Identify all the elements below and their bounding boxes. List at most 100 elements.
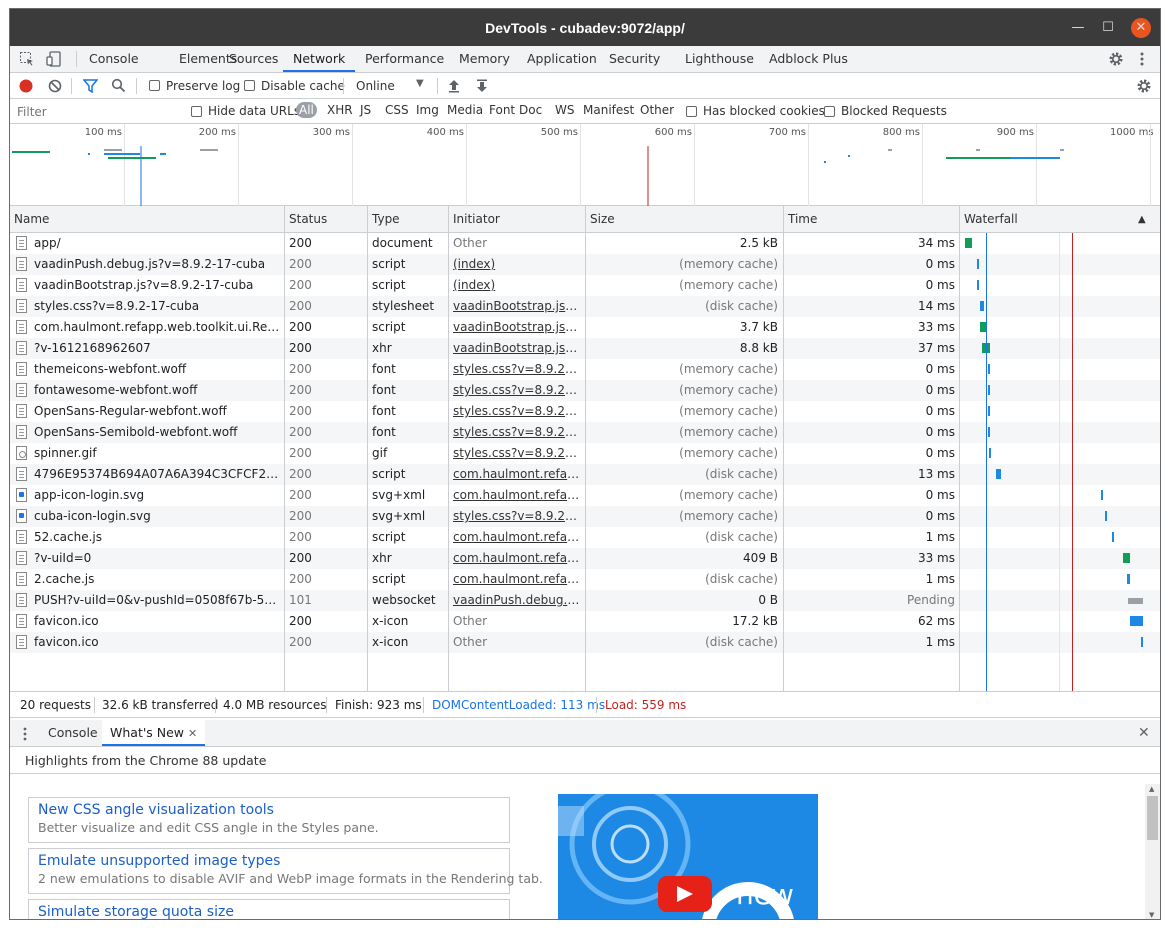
request-initiator[interactable]: styles.css?v=8.9.2-17-... [453,506,581,527]
tab-memory[interactable]: Memory [449,46,520,72]
play-button-icon[interactable] [658,876,712,912]
scrollbar-thumb[interactable] [1147,796,1158,840]
whats-new-card[interactable]: New CSS angle visualization tools Better … [28,797,510,843]
request-name[interactable]: 4796E95374B694A07A6A394C3CFCF217.c... [34,464,280,485]
column-divider[interactable] [284,206,285,691]
request-initiator[interactable]: styles.css?v=8.9.2-17-... [453,359,581,380]
column-header-type[interactable]: Type [368,206,400,233]
request-initiator[interactable]: styles.css?v=8.9.2-17-... [453,443,581,464]
request-initiator[interactable]: com.haulmont.refapp.... [453,548,581,569]
maximize-icon[interactable]: ☐ [1098,18,1118,38]
request-name[interactable]: styles.css?v=8.9.2-17-cuba [34,296,280,317]
search-icon[interactable] [111,78,126,93]
request-name[interactable]: PUSH?v-uiId=0&v-pushId=0508f67b-521c-40.… [34,590,280,611]
clear-icon[interactable] [48,79,62,93]
request-initiator[interactable]: (index) [453,275,581,296]
request-initiator[interactable]: styles.css?v=8.9.2-17-... [453,380,581,401]
request-initiator[interactable]: vaadinBootstrap.js?v=... [453,338,581,359]
inspect-element-icon[interactable] [19,51,35,67]
column-header-status[interactable]: Status [285,206,327,233]
filter-funnel-icon[interactable] [83,79,98,93]
type-filter-css[interactable]: CSS [385,103,409,117]
type-filter-img[interactable]: Img [416,103,439,117]
column-header-size[interactable]: Size [586,206,615,233]
export-har-icon[interactable] [476,79,488,93]
column-divider[interactable] [585,206,586,691]
request-name[interactable]: favicon.ico [34,611,280,632]
tab-sources[interactable]: Sources [219,46,288,72]
filter-input[interactable] [13,102,177,121]
settings-gear-icon[interactable] [1108,51,1124,67]
card-title[interactable]: Emulate unsupported image types [38,852,500,870]
preserve-log-checkbox[interactable] [149,80,160,91]
request-name[interactable]: app/ [34,233,280,254]
request-name[interactable]: fontawesome-webfont.woff [34,380,280,401]
request-name[interactable]: com.haulmont.refapp.web.toolkit.ui.RefAp… [34,317,280,338]
drawer-menu-icon[interactable] [22,726,28,742]
request-name[interactable]: OpenSans-Semibold-webfont.woff [34,422,280,443]
request-initiator[interactable]: styles.css?v=8.9.2-17-... [453,401,581,422]
close-tab-icon[interactable]: ✕ [188,727,197,740]
request-initiator[interactable]: com.haulmont.refapp.... [453,527,581,548]
drawer-tab-console[interactable]: Console [48,720,98,746]
request-initiator[interactable]: vaadinBootstrap.js?v=... [453,296,581,317]
column-header-waterfall[interactable]: Waterfall [960,206,1018,233]
close-window-icon[interactable]: ✕ [1131,18,1151,38]
request-initiator[interactable]: vaadinBootstrap.js?v=... [453,317,581,338]
column-divider[interactable] [783,206,784,691]
more-options-icon[interactable] [1138,51,1146,67]
sort-ascending-icon[interactable]: ▲ [1134,206,1146,233]
request-name[interactable]: app-icon-login.svg [34,485,280,506]
column-header-time[interactable]: Time [784,206,817,233]
request-name[interactable]: vaadinPush.debug.js?v=8.9.2-17-cuba [34,254,280,275]
column-header-name[interactable]: Name [10,206,49,233]
type-filter-xhr[interactable]: XHR [327,103,353,117]
column-header-initiator[interactable]: Initiator [449,206,500,233]
tab-lighthouse[interactable]: Lighthouse [675,46,764,72]
chevron-down-icon[interactable]: ▼ [416,78,424,89]
whats-new-card[interactable]: Simulate storage quota sizeConsider stor… [28,899,510,919]
request-name[interactable]: cuba-icon-login.svg [34,506,280,527]
request-name[interactable]: spinner.gif [34,443,280,464]
minimize-icon[interactable]: — [1068,18,1088,38]
type-filter-js[interactable]: JS [360,103,371,117]
scroll-down-icon[interactable]: ▼ [1149,911,1154,919]
request-initiator[interactable]: com.haulmont.refapp.... [453,485,581,506]
tab-console[interactable]: Console [79,46,149,72]
blocked-requests-checkbox[interactable] [824,106,835,117]
record-icon[interactable] [19,79,33,93]
network-settings-gear-icon[interactable] [1136,78,1152,94]
request-initiator[interactable]: com.haulmont.refapp.... [453,464,581,485]
request-name[interactable]: ?v-1612168962607 [34,338,280,359]
card-title[interactable]: New CSS angle visualization tools [38,801,500,819]
request-name[interactable]: ?v-uiId=0 [34,548,280,569]
type-filter-ws[interactable]: WS [555,103,574,117]
column-divider[interactable] [367,206,368,691]
device-toolbar-icon[interactable] [46,51,62,67]
throttling-select[interactable]: Online [356,79,395,93]
request-name[interactable]: themeicons-webfont.woff [34,359,280,380]
request-initiator[interactable]: vaadinPush.debug.js?... [453,590,581,611]
request-initiator[interactable]: com.haulmont.refapp.... [453,569,581,590]
column-divider[interactable] [959,206,960,691]
import-har-icon[interactable] [448,79,460,93]
type-filter-media[interactable]: Media [447,103,483,117]
hide-data-urls-checkbox[interactable] [191,106,202,117]
timeline-overview[interactable]: 100 ms 200 ms 300 ms 400 ms 500 ms 600 ms 700 … [10,124,1160,206]
tab-performance[interactable]: Performance [355,46,454,72]
request-name[interactable]: vaadinBootstrap.js?v=8.9.2-17-cuba [34,275,280,296]
tab-security[interactable]: Security [599,46,670,72]
request-initiator[interactable]: (index) [453,254,581,275]
scroll-up-icon[interactable]: ▲ [1149,785,1154,793]
type-filter-manifest[interactable]: Manifest [583,103,634,117]
has-blocked-cookies-checkbox[interactable] [686,106,697,117]
column-divider[interactable] [448,206,449,691]
drawer-tab-whats-new[interactable]: What's New ✕ [102,720,206,746]
request-name[interactable]: 52.cache.js [34,527,280,548]
chrome-update-video-thumbnail[interactable]: new [558,794,818,919]
disable-cache-checkbox[interactable] [244,80,255,91]
tab-application[interactable]: Application [517,46,607,72]
drawer-scrollbar[interactable]: ▲ ▼ [1145,784,1160,919]
whats-new-card[interactable]: Emulate unsupported image types 2 new emu… [28,848,543,894]
type-filter-all[interactable]: All [296,102,317,118]
